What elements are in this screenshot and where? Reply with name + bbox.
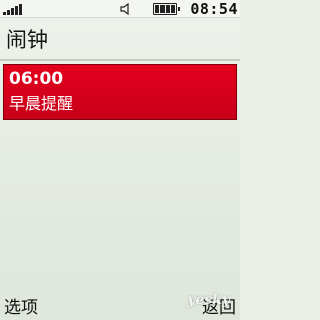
phone-screen: 08:54 闹钟 06:00 早晨提醒 选项 返回 yesky	[0, 0, 240, 320]
alarm-label: 早晨提醒	[9, 94, 74, 113]
alarm-time: 06:00	[9, 69, 64, 89]
alarm-list-item[interactable]: 06:00 早晨提醒	[3, 64, 237, 120]
battery-icon	[153, 3, 180, 15]
watermark-logo: yesky	[187, 292, 230, 308]
status-bar: 08:54	[0, 0, 240, 18]
page-title: 闹钟	[6, 28, 48, 52]
signal-strength-icon	[3, 3, 25, 15]
status-clock: 08:54	[190, 0, 238, 18]
options-softkey[interactable]: 选项	[4, 297, 38, 319]
title-divider	[0, 59, 240, 61]
speaker-icon	[120, 3, 129, 15]
